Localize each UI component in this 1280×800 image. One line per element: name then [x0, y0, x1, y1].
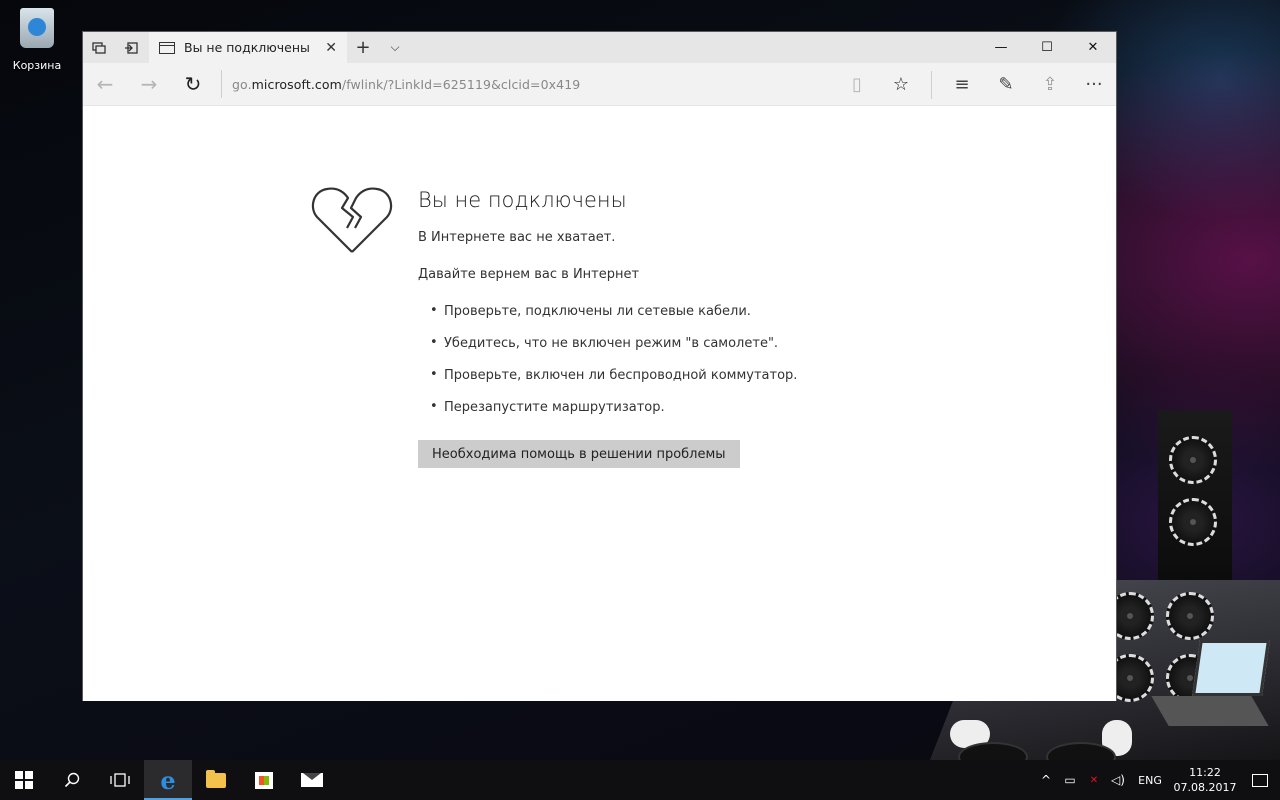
tab-close-icon[interactable]: ✕ — [325, 40, 337, 56]
recycle-bin-icon — [20, 8, 54, 48]
maximize-button[interactable]: ☐ — [1024, 32, 1070, 63]
error-message-block: Вы не подключены В Интернете вас не хват… — [418, 188, 797, 468]
battery-icon[interactable]: ▭ — [1058, 773, 1082, 787]
task-view-button[interactable] — [96, 760, 144, 800]
more-menu-icon[interactable]: ··· — [1072, 63, 1116, 106]
show-hidden-icons-chevron-icon[interactable]: ^ — [1034, 773, 1058, 787]
edge-browser-window: Вы не подключены ✕ + ⌵ — ☐ ✕ ← → ↻ go.mi… — [82, 31, 1117, 701]
start-button[interactable] — [0, 760, 48, 800]
share-icon[interactable]: ⇪ — [1028, 63, 1072, 106]
toolbar-right: ▯ ☆ ≡ ✎ ⇪ ··· — [835, 63, 1116, 106]
troubleshoot-help-button[interactable]: Необходима помощь в решении проблемы — [418, 440, 740, 468]
broken-heart-icon — [311, 187, 393, 253]
forward-button[interactable]: → — [127, 63, 171, 106]
set-aside-icon — [125, 41, 138, 54]
address-path: /fwlink/?LinkId=625119&clcid=0x419 — [341, 76, 581, 92]
action-center-button[interactable] — [1240, 773, 1280, 787]
tab-active[interactable]: Вы не подключены ✕ — [149, 32, 347, 63]
search-icon — [64, 772, 80, 788]
reading-view-icon[interactable]: ▯ — [835, 63, 879, 106]
store-icon — [255, 771, 273, 789]
list-item: Проверьте, подключены ли сетевые кабели. — [430, 303, 797, 319]
page-icon — [159, 41, 175, 54]
refresh-button[interactable]: ↻ — [171, 63, 215, 106]
search-button[interactable] — [48, 760, 96, 800]
clock[interactable]: 11:22 07.08.2017 — [1170, 765, 1240, 795]
list-item: Убедитесь, что не включен режим "в самол… — [430, 335, 797, 351]
tab-preview-icon — [92, 41, 106, 54]
minimize-button[interactable]: — — [978, 32, 1024, 63]
network-disconnected-icon[interactable]: ✕ — [1082, 775, 1106, 786]
set-tabs-aside-icon[interactable] — [115, 32, 147, 63]
input-language-indicator[interactable]: ENG — [1130, 774, 1170, 787]
volume-icon[interactable]: ◁) — [1106, 773, 1130, 787]
taskbar-file-explorer[interactable] — [192, 760, 240, 800]
error-lead: Давайте вернем вас в Интернет — [418, 267, 640, 282]
wallpaper-laptop — [1192, 640, 1270, 696]
list-item: Проверьте, включен ли беспроводной комму… — [430, 367, 797, 383]
recycle-bin-shortcut[interactable]: Корзина — [8, 8, 66, 73]
notification-icon — [1252, 773, 1268, 787]
wallpaper-laptop-base — [1151, 696, 1269, 726]
web-note-icon[interactable]: ✎ — [984, 63, 1028, 106]
wallpaper-knob — [1169, 436, 1217, 484]
address-separator — [221, 70, 222, 98]
taskbar: e ^ ▭ ✕ ◁) ENG 11:22 07.08.2017 — [0, 760, 1280, 800]
title-bar: Вы не подключены ✕ + ⌵ — ☐ ✕ — [83, 32, 1116, 63]
back-button[interactable]: ← — [83, 63, 127, 106]
error-title: Вы не подключены — [418, 188, 627, 212]
troubleshooting-list: Проверьте, подключены ли сетевые кабели.… — [418, 303, 797, 415]
list-item: Перезапустите маршрутизатор. — [430, 399, 797, 415]
address-host: microsoft.com — [251, 76, 342, 92]
taskbar-mail[interactable] — [288, 760, 336, 800]
tab-title: Вы не подключены — [184, 40, 310, 55]
toolbar-separator — [931, 70, 932, 99]
favorite-star-icon[interactable]: ☆ — [879, 63, 923, 106]
clock-time: 11:22 — [1189, 766, 1221, 779]
task-view-icon — [110, 773, 130, 787]
window-controls: — ☐ ✕ — [978, 32, 1116, 63]
tab-list-chevron-icon[interactable]: ⌵ — [379, 40, 411, 55]
taskbar-edge[interactable]: e — [144, 760, 192, 800]
recycle-bin-label: Корзина — [12, 59, 62, 72]
edge-icon: e — [160, 765, 176, 795]
navigation-bar: ← → ↻ go.microsoft.com/fwlink/?LinkId=62… — [83, 63, 1116, 106]
system-tray: ^ ▭ ✕ ◁) ENG 11:22 07.08.2017 — [1034, 760, 1280, 800]
folder-icon — [206, 769, 226, 788]
wallpaper-knob — [1169, 498, 1217, 546]
mail-icon — [301, 773, 323, 787]
wallpaper-knob — [1166, 592, 1214, 640]
clock-date: 07.08.2017 — [1173, 781, 1237, 794]
tab-preview-icon[interactable] — [83, 32, 115, 63]
hub-icon[interactable]: ≡ — [940, 63, 984, 106]
page-content: Вы не подключены В Интернете вас не хват… — [83, 106, 1116, 701]
error-subtitle: В Интернете вас не хватает. — [418, 230, 616, 245]
wallpaper-dj-panel — [1158, 410, 1232, 580]
close-window-button[interactable]: ✕ — [1070, 32, 1116, 63]
taskbar-store[interactable] — [240, 760, 288, 800]
windows-logo-icon — [15, 771, 33, 789]
address-prefix: go. — [232, 76, 252, 92]
new-tab-button[interactable]: + — [347, 37, 379, 58]
